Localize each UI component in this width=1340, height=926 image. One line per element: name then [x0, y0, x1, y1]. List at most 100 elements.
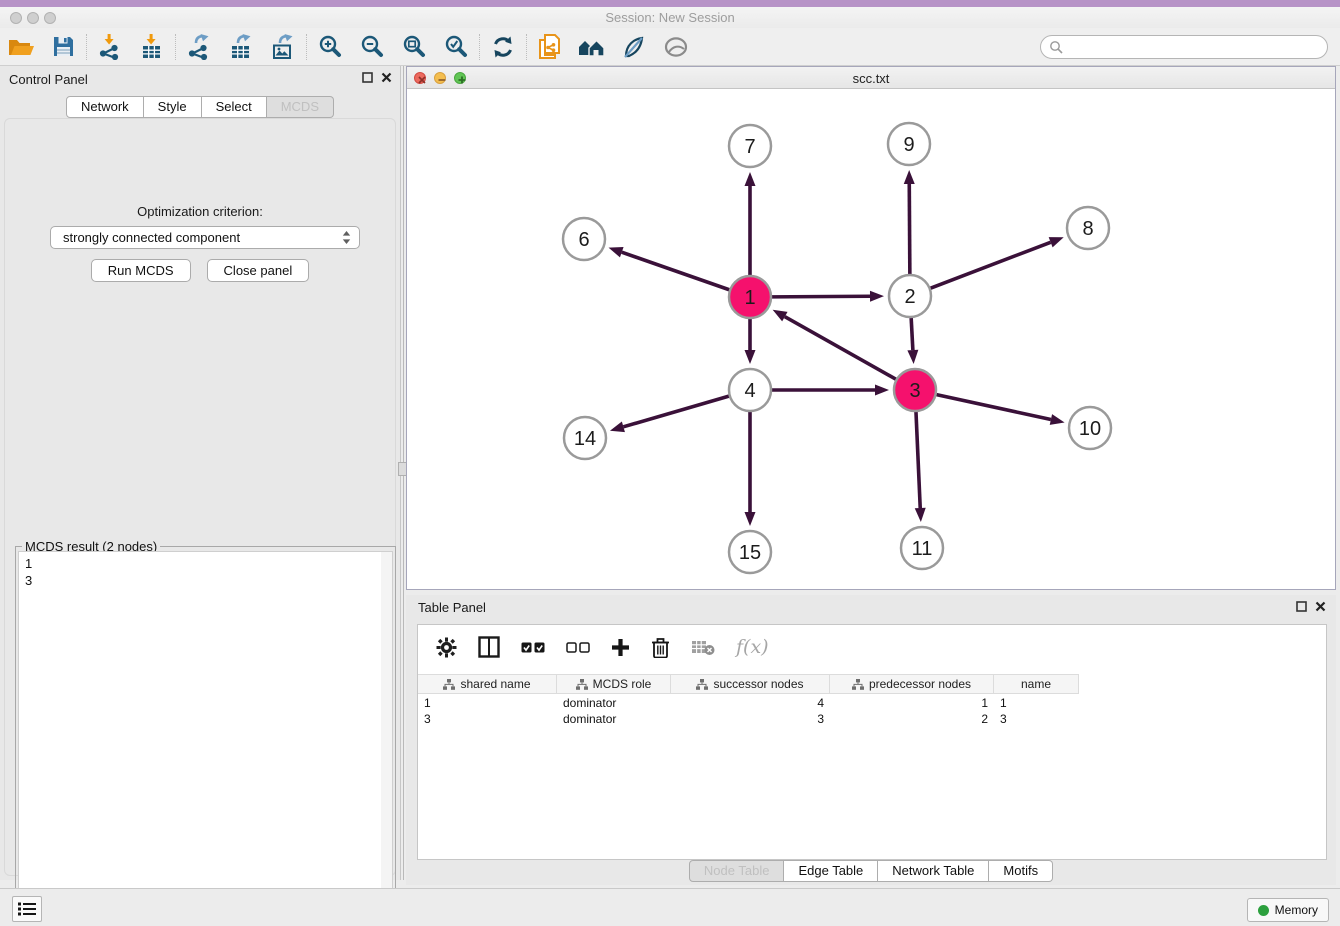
- control-panel-title: Control Panel: [9, 72, 88, 87]
- criterion-select[interactable]: strongly connected component: [50, 226, 360, 249]
- tab-node-table[interactable]: Node Table: [689, 860, 785, 882]
- deselect-all-icon[interactable]: [566, 641, 590, 654]
- open-session-button[interactable]: [0, 31, 42, 63]
- tab-edge-table[interactable]: Edge Table: [784, 860, 878, 882]
- graph-node-label-6: 6: [578, 229, 589, 251]
- tab-network-table[interactable]: Network Table: [878, 860, 989, 882]
- cell-successor-nodes: 3: [671, 711, 830, 727]
- zoom-selected-button[interactable]: [435, 31, 477, 63]
- select-stepper-icon: [342, 230, 351, 245]
- hide-graphics-button[interactable]: [613, 31, 655, 63]
- column-label: name: [1021, 677, 1051, 691]
- export-image-button[interactable]: [262, 31, 304, 63]
- graph-edge-3-10[interactable]: [936, 395, 1050, 420]
- run-mcds-button[interactable]: Run MCDS: [91, 259, 191, 282]
- memory-label: Memory: [1275, 903, 1318, 917]
- export-table-button[interactable]: [220, 31, 262, 63]
- window-border-strip: [0, 0, 1340, 7]
- zoom-fit-button[interactable]: [393, 31, 435, 63]
- tab-select[interactable]: Select: [202, 96, 267, 118]
- toolbar-separator: [306, 34, 307, 60]
- network-canvas[interactable]: 7968124314101511: [407, 89, 1335, 589]
- edge-arrowhead: [773, 310, 788, 322]
- select-all-icon[interactable]: [521, 641, 545, 654]
- refresh-icon: [491, 35, 515, 59]
- cell-name: 1: [994, 695, 1079, 711]
- float-panel-icon[interactable]: [362, 72, 373, 83]
- cell-predecessor-nodes: 1: [830, 695, 994, 711]
- function-builder-button[interactable]: f(x): [736, 636, 769, 658]
- float-panel-icon[interactable]: [1296, 601, 1307, 612]
- graph-node-label-1: 1: [744, 287, 755, 309]
- column-header-shared-name[interactable]: shared name: [418, 675, 557, 693]
- tab-style[interactable]: Style: [144, 96, 202, 118]
- table-row[interactable]: 1 dominator 4 1 1: [418, 695, 1079, 711]
- delete-table-button-disabled[interactable]: [691, 639, 715, 656]
- import-table-button[interactable]: [131, 31, 173, 63]
- delete-column-button[interactable]: [651, 637, 670, 658]
- column-header-successor-nodes[interactable]: successor nodes: [671, 675, 830, 693]
- cell-successor-nodes: 4: [671, 695, 830, 711]
- network-graph[interactable]: 7968124314101511: [407, 89, 1335, 589]
- search-box[interactable]: [1040, 35, 1328, 59]
- tab-network[interactable]: Network: [66, 96, 144, 118]
- open-folder-icon: [7, 35, 35, 59]
- toolbar-separator: [479, 34, 480, 60]
- task-history-button[interactable]: [12, 896, 42, 922]
- save-session-button[interactable]: [42, 31, 84, 63]
- zoom-in-icon: [317, 34, 343, 60]
- tab-mcds[interactable]: MCDS: [267, 96, 334, 118]
- tab-motifs[interactable]: Motifs: [989, 860, 1053, 882]
- graph-edge-1-2[interactable]: [772, 296, 870, 297]
- edge-arrowhead: [610, 422, 625, 433]
- result-line: 1: [25, 555, 392, 572]
- import-network-icon: [97, 34, 123, 60]
- close-panel-icon[interactable]: [1315, 601, 1326, 612]
- toolbar-separator: [86, 34, 87, 60]
- show-column-button[interactable]: [478, 636, 500, 658]
- export-network-button[interactable]: [178, 31, 220, 63]
- search-input[interactable]: [1063, 40, 1327, 54]
- close-panel-button[interactable]: Close panel: [207, 259, 310, 282]
- table-settings-button[interactable]: [436, 637, 457, 658]
- network-view-window: scc.txt 7968124314101511: [406, 66, 1336, 590]
- search-icon: [1049, 40, 1063, 54]
- mcds-panel-body: Optimization criterion: strongly connect…: [4, 118, 396, 876]
- column-header-mcds-role[interactable]: MCDS role: [557, 675, 671, 693]
- optimization-criterion-label: Optimization criterion:: [5, 204, 395, 219]
- graph-edge-2-9[interactable]: [909, 184, 910, 274]
- memory-button[interactable]: Memory: [1247, 898, 1329, 922]
- zoom-in-button[interactable]: [309, 31, 351, 63]
- column-header-predecessor-nodes[interactable]: predecessor nodes: [830, 675, 994, 693]
- cell-shared-name: 1: [418, 695, 557, 711]
- houses-button[interactable]: [571, 31, 613, 63]
- graph-edge-4-14[interactable]: [623, 396, 728, 427]
- mcds-result-text[interactable]: 1 3: [18, 551, 393, 921]
- column-label: shared name: [460, 677, 530, 691]
- eye-button[interactable]: [655, 31, 697, 63]
- graph-node-label-7: 7: [744, 136, 755, 158]
- close-panel-icon[interactable]: [381, 72, 392, 83]
- graph-edge-3-1[interactable]: [785, 317, 896, 380]
- graph-node-label-11: 11: [912, 538, 933, 560]
- add-column-button[interactable]: [611, 638, 630, 657]
- import-table-icon: [139, 34, 165, 60]
- export-network-icon: [186, 34, 212, 60]
- result-scrollbar[interactable]: [381, 552, 392, 920]
- table-panel-tabs: Node Table Edge Table Network Table Moti…: [689, 860, 1053, 882]
- column-header-name[interactable]: name: [994, 675, 1079, 693]
- clone-network-button[interactable]: [529, 31, 571, 63]
- graph-edge-2-3[interactable]: [911, 318, 913, 350]
- import-network-button[interactable]: [89, 31, 131, 63]
- zoom-out-button[interactable]: [351, 31, 393, 63]
- graph-edge-2-8[interactable]: [931, 242, 1051, 288]
- zoom-selected-icon: [443, 34, 469, 60]
- control-panel-tabs: Network Style Select MCDS: [66, 96, 334, 118]
- refresh-button[interactable]: [482, 31, 524, 63]
- application-window: Session: New Session: [0, 0, 1340, 926]
- table-toolbar: f(x): [418, 625, 1326, 669]
- graph-edge-3-11[interactable]: [916, 412, 920, 508]
- graph-edge-1-6[interactable]: [622, 252, 729, 290]
- graph-node-label-10: 10: [1079, 418, 1101, 440]
- table-row[interactable]: 3 dominator 3 2 3: [418, 711, 1079, 727]
